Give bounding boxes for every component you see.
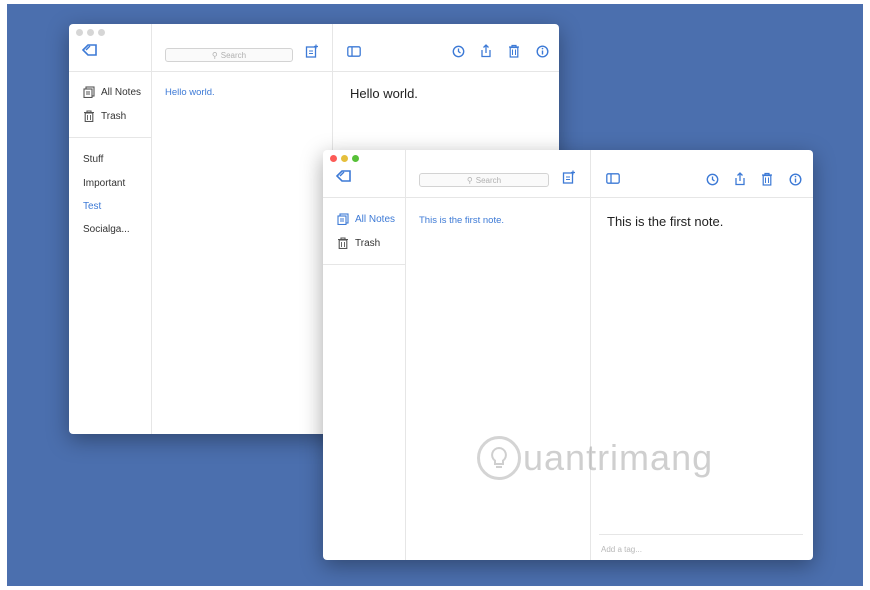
note-list-item[interactable]: This is the first note. <box>419 215 504 226</box>
watermark-text: uantrimang <box>523 437 714 478</box>
desktop-background: ⚲ Search All Notes Trash Stuff Important… <box>7 4 863 586</box>
sidebar-item-label: All Notes <box>101 86 142 98</box>
note-editor[interactable]: This is the first note. <box>607 214 723 229</box>
front-window: ⚲ Search All Notes Trash This is the fir… <box>323 150 813 560</box>
sidebar-separator <box>69 137 151 138</box>
search-icon: ⚲ <box>211 50 218 60</box>
history-icon[interactable] <box>706 173 719 186</box>
lightbulb-icon <box>477 436 521 480</box>
search-input[interactable]: ⚲ Search <box>419 173 549 187</box>
tag-icon[interactable] <box>336 170 352 182</box>
sidebar-item-label: Trash <box>101 110 127 122</box>
trash-icon[interactable] <box>761 172 773 186</box>
note-list-item[interactable]: Hello world. <box>165 87 215 98</box>
info-icon[interactable] <box>536 45 549 58</box>
tag-item-socialga[interactable]: Socialga... <box>83 224 130 235</box>
history-icon[interactable] <box>452 45 465 58</box>
tag-item-test[interactable]: Test <box>83 201 101 212</box>
info-icon[interactable] <box>789 173 802 186</box>
tag-bar-separator <box>599 534 803 535</box>
sidebar-divider <box>151 24 152 434</box>
sidebar-toggle-icon[interactable] <box>606 173 620 184</box>
share-icon[interactable] <box>734 172 746 186</box>
search-placeholder: Search <box>220 50 247 60</box>
trash-icon <box>337 237 349 249</box>
trash-icon <box>83 110 95 122</box>
tag-item-stuff[interactable]: Stuff <box>83 154 103 165</box>
sidebar-item-all-notes[interactable]: All Notes <box>83 86 141 98</box>
sidebar-item-label: All Notes <box>355 213 396 225</box>
sidebar-toggle-icon[interactable] <box>347 46 361 57</box>
search-icon: ⚲ <box>466 175 473 185</box>
sidebar-item-trash[interactable]: Trash <box>337 237 380 249</box>
note-editor[interactable]: Hello world. <box>350 86 418 101</box>
tag-icon[interactable] <box>82 44 98 56</box>
tag-item-important[interactable]: Important <box>83 178 125 189</box>
sidebar-item-all-notes[interactable]: All Notes <box>337 213 395 225</box>
watermark-logo: uantrimang <box>477 436 713 480</box>
new-note-icon[interactable] <box>562 170 576 184</box>
sidebar-item-trash[interactable]: Trash <box>83 110 126 122</box>
search-placeholder: Search <box>475 175 502 185</box>
new-note-icon[interactable] <box>305 44 319 58</box>
list-divider <box>590 150 591 560</box>
notes-icon <box>337 213 349 225</box>
search-input[interactable]: ⚲ Search <box>165 48 293 62</box>
sidebar-divider <box>405 150 406 560</box>
sidebar-separator <box>323 264 405 265</box>
notes-icon <box>83 86 95 98</box>
add-tag-input[interactable]: Add a tag... <box>601 545 642 554</box>
sidebar-item-label: Trash <box>355 237 381 249</box>
trash-icon[interactable] <box>508 44 520 58</box>
share-icon[interactable] <box>480 44 492 58</box>
